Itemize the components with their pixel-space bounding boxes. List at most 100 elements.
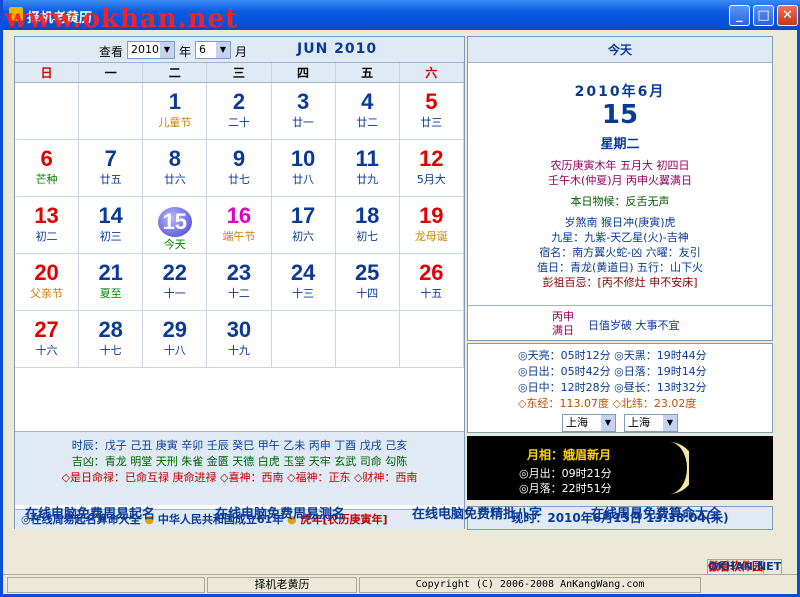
day-cell[interactable]: 1 儿童节 bbox=[143, 83, 208, 139]
province-select[interactable]: 上海 ▼ bbox=[562, 414, 616, 432]
day-number: 3 bbox=[296, 89, 310, 114]
day-cell[interactable]: 5 廿三 bbox=[400, 83, 464, 139]
day-number: 6 bbox=[40, 146, 53, 171]
day-number: 2 bbox=[232, 89, 246, 114]
app-window: 择机老黄历 www.okhan.net _ □ ✕ 查看 2010 ▼ 年 6 ▼ … bbox=[0, 0, 800, 597]
day-cell[interactable]: 20 父亲节 bbox=[15, 254, 80, 310]
day-cell[interactable]: 15 今天 bbox=[143, 197, 208, 253]
chevron-down-icon[interactable]: ▼ bbox=[160, 42, 174, 58]
day-sub: 初二 bbox=[35, 230, 58, 243]
month-select[interactable]: 6 ▼ bbox=[195, 41, 231, 59]
weekday-2: 二 bbox=[143, 63, 208, 82]
day-sub: 廿三 bbox=[420, 116, 443, 129]
day-cell[interactable]: 10 廿八 bbox=[272, 140, 336, 196]
gods-line: ◇是日命禄：已命互禄 庚命进禄 ◇喜神：西南 ◇福神：正东 ◇财神：西南 bbox=[61, 471, 418, 484]
daylength: ◎昼长：13时32分 bbox=[614, 381, 707, 394]
weekday-header: 日一二三四五六 bbox=[15, 63, 464, 83]
day-number: 13 bbox=[34, 203, 59, 228]
day-number: 28 bbox=[98, 317, 123, 342]
day-cell[interactable]: 16 端午节 bbox=[207, 197, 272, 253]
status-bar: 择机老黄历 Copyright (C) 2006-2008 AnKangWang… bbox=[3, 559, 797, 594]
day-cell[interactable]: 18 初七 bbox=[336, 197, 400, 253]
day-sub: 5月大 bbox=[416, 173, 446, 186]
day-sub: 芒种 bbox=[35, 173, 58, 186]
month-label: 月 bbox=[235, 45, 248, 59]
day-number: 30 bbox=[226, 317, 252, 342]
day-cell[interactable]: 27 十六 bbox=[15, 311, 80, 367]
day-sub: 端午节 bbox=[222, 230, 256, 243]
day-cell[interactable]: 8 廿六 bbox=[143, 140, 208, 196]
moon-box: 月相：娥眉新月 ◎月出：09时21分 ◎月落：22时51分 bbox=[467, 436, 773, 500]
sunset: ◎日落：19时14分 bbox=[614, 365, 707, 378]
day-cell[interactable]: 30 十九 bbox=[207, 311, 272, 367]
day-cell[interactable]: 28 十七 bbox=[79, 311, 144, 367]
year-select[interactable]: 2010 ▼ bbox=[127, 41, 175, 59]
day-cell[interactable]: 7 廿五 bbox=[79, 140, 144, 196]
day-number: 29 bbox=[162, 317, 188, 342]
day-number: 15 bbox=[143, 203, 206, 237]
day-cell[interactable]: 14 初三 bbox=[79, 197, 144, 253]
city-select[interactable]: 上海 ▼ bbox=[624, 414, 678, 432]
minimize-button[interactable]: _ bbox=[729, 5, 750, 26]
day-cell[interactable]: 19 龙母诞 bbox=[400, 197, 464, 253]
weekday-3: 三 bbox=[207, 63, 272, 82]
moon-crescent-icon bbox=[669, 442, 689, 494]
day-cell bbox=[336, 311, 400, 367]
chevron-down-icon[interactable]: ▼ bbox=[601, 415, 615, 431]
noon: ◎日中：12时28分 bbox=[518, 381, 611, 394]
day-sub: 二十 bbox=[227, 116, 250, 129]
title-bar[interactable]: 择机老黄历 www.okhan.net _ □ ✕ bbox=[3, 0, 800, 34]
day-cell[interactable]: 11 廿九 bbox=[336, 140, 400, 196]
year-label: 年 bbox=[179, 45, 192, 59]
today-box: 今天 2010年6月 15 星期二 农历庚寅木年 五月大 初四日 壬午木(仲夏)… bbox=[467, 36, 773, 341]
calendar-grid: 日一二三四五六 1 儿童节 2 二十 3 廿一 4 廿二 5 廿三 6 芒种 7 廿五 8 廿六 9 廿七 10 廿八… bbox=[15, 63, 464, 368]
weekday-5: 五 bbox=[336, 63, 400, 82]
day-cell[interactable]: 3 廿一 bbox=[272, 83, 336, 139]
day-cell[interactable]: 21 夏至 bbox=[79, 254, 144, 310]
day-sub: 龙母诞 bbox=[414, 230, 448, 243]
day-cell[interactable]: 4 廿二 bbox=[336, 83, 400, 139]
day-cell[interactable]: 23 十二 bbox=[207, 254, 272, 310]
day-sub: 廿七 bbox=[227, 173, 250, 186]
week-row: 6 芒种 7 廿五 8 廿六 9 廿七 10 廿八 11 廿九 12 5月大 bbox=[15, 140, 464, 197]
sunrise: ◎日出：05时42分 bbox=[518, 365, 611, 378]
moon-phase: 娥眉新月 bbox=[563, 448, 612, 462]
day-cell[interactable]: 9 廿七 bbox=[207, 140, 272, 196]
weekday-1: 一 bbox=[79, 63, 144, 82]
day-cell[interactable]: 13 初二 bbox=[15, 197, 80, 253]
day-cell[interactable]: 12 5月大 bbox=[400, 140, 464, 196]
day-cell[interactable]: 2 二十 bbox=[207, 83, 272, 139]
day-cell[interactable]: 25 十四 bbox=[336, 254, 400, 310]
detail-4: 值日：青龙(黄道日) 五行：山下火 bbox=[536, 261, 704, 274]
chevron-down-icon[interactable]: ▼ bbox=[216, 42, 230, 58]
day-sub: 初三 bbox=[99, 230, 122, 243]
maximize-button[interactable]: □ bbox=[753, 5, 774, 26]
day-number: 26 bbox=[419, 260, 444, 285]
day-cell[interactable]: 17 初六 bbox=[272, 197, 336, 253]
weekday-6: 六 bbox=[400, 63, 464, 82]
weekday-4: 四 bbox=[272, 63, 336, 82]
detail-1: 岁煞南 猴日冲(庚寅)虎 bbox=[564, 216, 676, 229]
day-number: 7 bbox=[104, 146, 117, 171]
link-name-test[interactable]: 在线电脑免费周易测名 bbox=[215, 503, 345, 522]
day-number: 23 bbox=[226, 260, 252, 285]
day-sub: 十五 bbox=[420, 287, 443, 300]
year-value: 2010 bbox=[131, 43, 159, 56]
moonset: ◎月落：22时51分 bbox=[519, 482, 612, 495]
day-cell[interactable]: 22 十一 bbox=[143, 254, 208, 310]
chevron-down-icon[interactable]: ▼ bbox=[663, 415, 677, 431]
link-naming[interactable]: 在线电脑免费周易起名 bbox=[25, 503, 155, 522]
day-cell[interactable]: 26 十五 bbox=[400, 254, 464, 310]
day-sub: 初七 bbox=[356, 230, 379, 243]
today-year-month: 2010年6月 bbox=[574, 84, 666, 100]
day-cell[interactable]: 6 芒种 bbox=[15, 140, 80, 196]
longitude: ◇东经：113.07度 bbox=[518, 397, 609, 410]
day-sub: 廿二 bbox=[356, 116, 379, 129]
link-fortune[interactable]: 在线周易免费算命大全 bbox=[591, 503, 721, 522]
phenology: 本日物候：反舌无声 bbox=[570, 195, 670, 208]
day-cell[interactable]: 29 十八 bbox=[143, 311, 208, 367]
link-bazi[interactable]: 在线电脑免费精批八字 bbox=[412, 503, 542, 522]
day-number: 18 bbox=[354, 203, 380, 228]
close-button[interactable]: ✕ bbox=[777, 5, 798, 26]
day-cell[interactable]: 24 十三 bbox=[272, 254, 336, 310]
